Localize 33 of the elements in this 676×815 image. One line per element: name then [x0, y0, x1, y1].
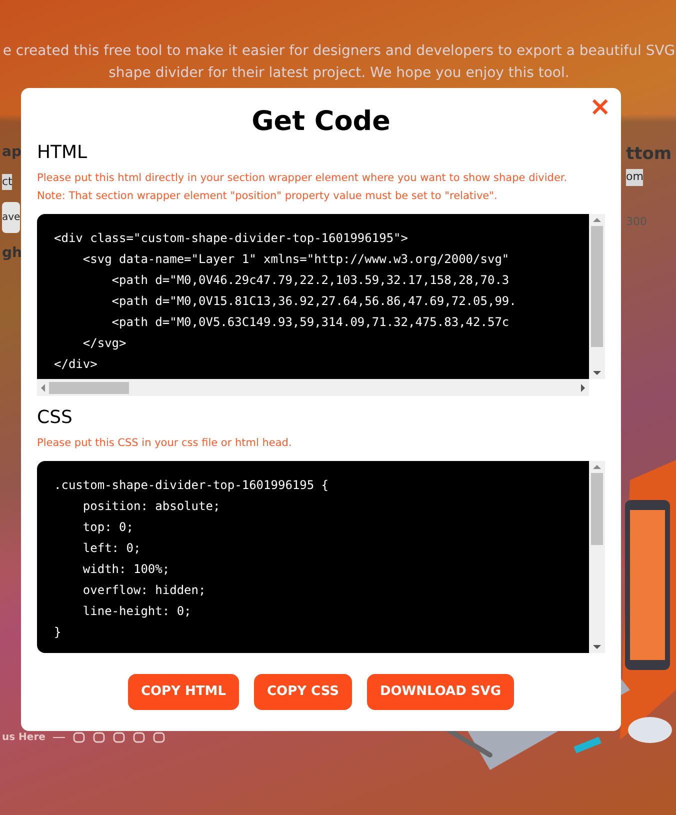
- scroll-down-icon[interactable]: [593, 645, 601, 649]
- follow-label: us Here: [2, 731, 46, 745]
- instruction-note: Note: That section wrapper element "position" property value must be set to "relative".: [37, 189, 498, 204]
- scroll-up-icon[interactable]: [593, 465, 601, 469]
- section-subtitle: ct: [2, 174, 12, 190]
- code-block: <div class="custom-shape-divider-top-1601996195"> <svg data-name="Layer 1" xmlns="http://www.w3.org/2000/svg" <path d="M0,0V46.29c47.79,22.2,103.59,32.17,158,28,70.3 <path d="M0,0V15.81C13,36.92,27.64,56.86,47.69,72.05,99. <path d="M0,0V5.63C149.93,59,314.09,71.32,475.83,42.57c </svg> </div>: [37, 214, 589, 379]
- modal-title: Get Code: [250, 108, 392, 135]
- section-heading: HTML: [37, 144, 88, 162]
- section-heading: ap: [2, 144, 22, 162]
- scroll-up-icon[interactable]: [593, 218, 601, 222]
- scroll-left-icon[interactable]: [41, 384, 45, 392]
- vertical-scrollbar[interactable]: [589, 461, 605, 653]
- select-field[interactable]: ave: [2, 202, 20, 233]
- slider-value: 300: [626, 214, 647, 230]
- scrollbar-thumb[interactable]: [591, 473, 603, 545]
- horizontal-scrollbar[interactable]: [37, 379, 589, 396]
- code-block: .custom-shape-divider-top-1601996195 { position: absolute; top: 0; left: 0; width: 100%; overflow: hidden; line-height: 0; }: [37, 461, 589, 653]
- scrollbar-thumb[interactable]: [591, 226, 603, 347]
- section-heading: ttom: [626, 144, 672, 166]
- instruction-note: Please put this html directly in your section wrapper element where you want to show shape divider.: [37, 171, 568, 186]
- vertical-scrollbar[interactable]: [589, 214, 605, 379]
- scroll-right-icon[interactable]: [581, 384, 585, 392]
- section-heading: CSS: [37, 409, 74, 427]
- section-subtitle: om: [626, 169, 644, 186]
- scrollbar-thumb[interactable]: [49, 382, 129, 394]
- section-heading: gh: [2, 245, 22, 262]
- close-button[interactable]: ×: [589, 94, 611, 120]
- action-button[interactable]: COPY CSS: [254, 674, 352, 710]
- scroll-down-icon[interactable]: [593, 371, 601, 375]
- intro-text: e created this free tool to make it easier for designers and developers to export a beautiful SVG shape divider for their latest project. We hope you enjoy this tool.: [2, 42, 676, 83]
- action-button[interactable]: COPY HTML: [128, 674, 239, 710]
- instruction-note: Please put this CSS in your css file or html head.: [37, 436, 293, 451]
- action-button[interactable]: DOWNLOAD SVG: [366, 674, 514, 710]
